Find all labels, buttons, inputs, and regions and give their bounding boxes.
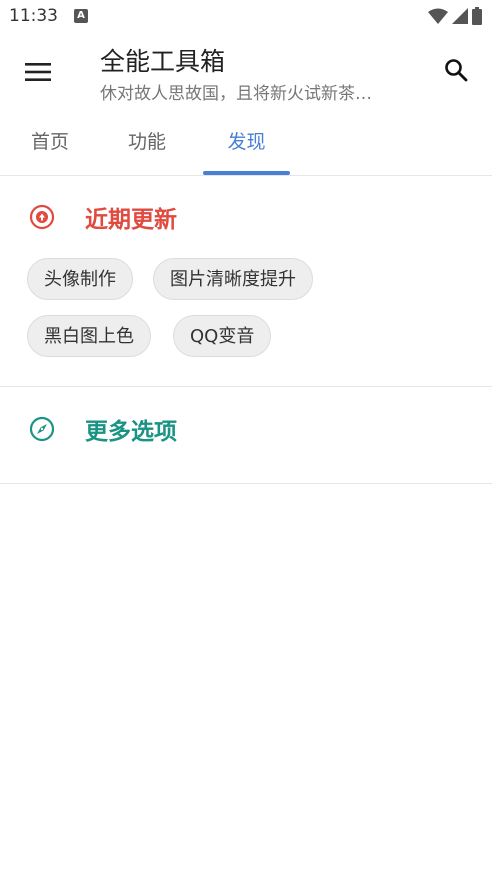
tab-bar: 首页 功能 发现 bbox=[0, 112, 492, 176]
more-options-section[interactable]: 更多选项 bbox=[0, 387, 492, 484]
tab-functions[interactable]: 功能 bbox=[105, 112, 189, 174]
chip-avatar-maker[interactable]: 头像制作 bbox=[27, 258, 133, 300]
tab-indicator bbox=[203, 171, 290, 175]
compass-icon bbox=[29, 416, 55, 442]
recent-updates-title: 近期更新 bbox=[85, 207, 177, 233]
battery-icon bbox=[472, 7, 482, 25]
search-button[interactable] bbox=[436, 50, 476, 90]
notification-a-icon: A bbox=[74, 9, 88, 23]
chip-qq-voice-changer[interactable]: QQ变音 bbox=[173, 315, 272, 357]
app-subtitle: 休对故人思故国，且将新火试新茶… bbox=[100, 84, 372, 104]
status-time: 11:33 bbox=[9, 6, 58, 26]
menu-button[interactable] bbox=[18, 52, 58, 92]
app-bar: 全能工具箱 休对故人思故国，且将新火试新茶… bbox=[0, 32, 492, 112]
tab-discover[interactable]: 发现 bbox=[203, 112, 290, 174]
status-bar: 11:33 A bbox=[0, 0, 492, 32]
recent-updates-section: 近期更新 头像制作 图片清晰度提升 黑白图上色 QQ变音 bbox=[0, 176, 492, 387]
chip-colorize[interactable]: 黑白图上色 bbox=[27, 315, 151, 357]
app-title: 全能工具箱 bbox=[100, 47, 226, 76]
more-options-title: 更多选项 bbox=[85, 419, 177, 445]
chip-image-enhance[interactable]: 图片清晰度提升 bbox=[153, 258, 313, 300]
hamburger-menu-icon bbox=[25, 63, 51, 81]
arrow-up-circle-icon bbox=[29, 204, 55, 230]
status-icons bbox=[428, 7, 482, 25]
search-icon bbox=[445, 59, 468, 82]
signal-icon bbox=[452, 8, 468, 24]
wifi-icon bbox=[428, 8, 448, 24]
tab-home[interactable]: 首页 bbox=[8, 112, 92, 174]
